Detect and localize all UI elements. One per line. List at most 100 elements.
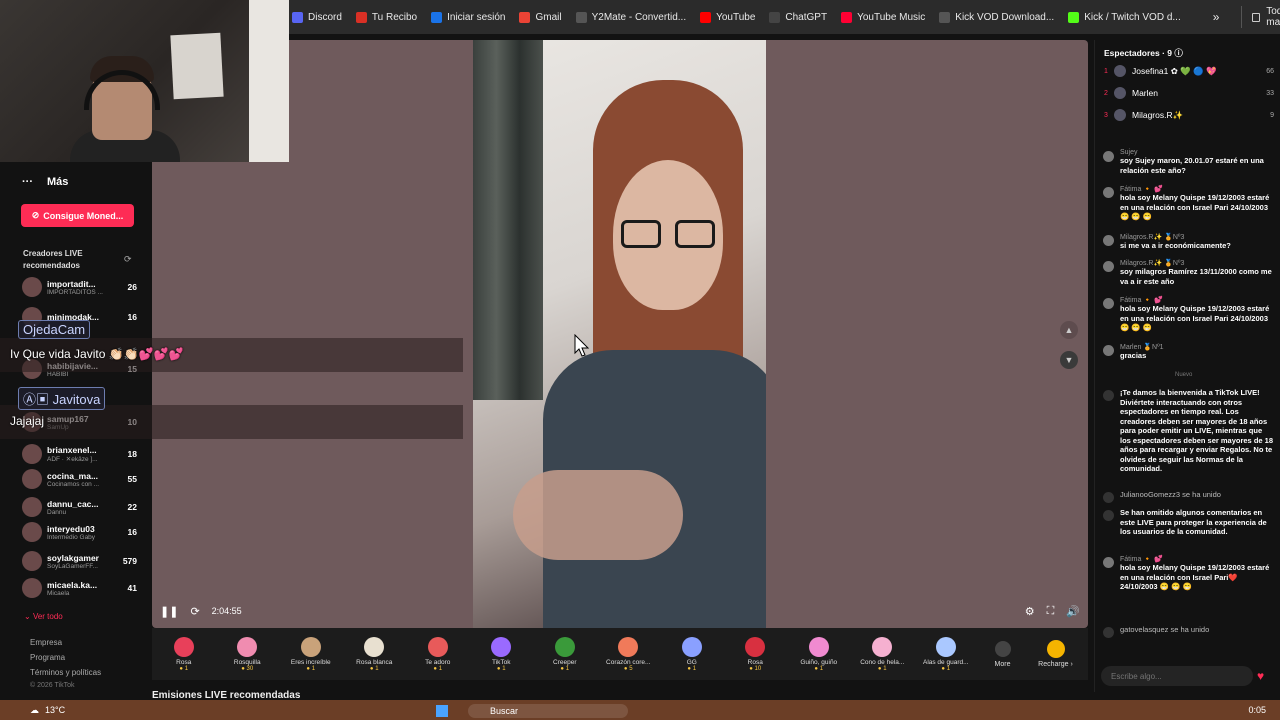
avatar[interactable] [1103, 261, 1114, 272]
get-coins-button[interactable]: ⊘ Consigue Moned... [21, 204, 134, 227]
info-icon[interactable]: ⓘ [1174, 48, 1183, 58]
avatar[interactable] [1103, 187, 1114, 198]
chat-username[interactable]: Milagros.R✨ 🏅Nº3 [1120, 233, 1275, 241]
heart-icon[interactable]: ♥ [1257, 669, 1264, 683]
gift-icon [237, 636, 258, 657]
tiktok-icon [1103, 510, 1114, 521]
bookmark-item[interactable]: Kick VOD Download... [939, 11, 1054, 23]
gift-item[interactable]: Rosa ● 1 [152, 636, 216, 672]
bookmark-item[interactable]: Y2Mate - Convertid... [575, 11, 686, 23]
bookmark-item[interactable]: Tu Recibo [355, 11, 417, 23]
join-username[interactable]: gatovelasquez [1120, 625, 1168, 634]
bookmark-item[interactable]: Kick / Twitch VOD d... [1068, 11, 1181, 23]
bookmark-label: Kick / Twitch VOD d... [1084, 11, 1181, 23]
footer-link-company[interactable]: Empresa [30, 638, 62, 647]
join-username[interactable]: JulianooGomezz3 [1120, 490, 1180, 499]
gift-name: Rosquilla [233, 658, 261, 666]
chat-input[interactable] [1101, 666, 1253, 686]
gift-bar: Rosa ● 1 Rosquilla ● 30 Eres increíble ● 1 Ros… [152, 628, 1088, 680]
gift-item[interactable]: Rosa ● 10 [724, 636, 788, 672]
pause-icon[interactable]: ❚❚ [160, 605, 178, 618]
top-viewer-item[interactable]: 1 Josefina1 ✿ 💚 🔵 💖 66 [1104, 62, 1274, 80]
creator-item[interactable]: interyedu03 Intermedio Gaby 16 [22, 520, 137, 544]
gift-item[interactable]: Creeper ● 1 [533, 636, 597, 672]
glasses-icon [621, 220, 661, 248]
bookmark-item[interactable]: ChatGPT [769, 11, 827, 23]
recharge-label: Recharge › [1038, 661, 1073, 668]
join-icon [1103, 492, 1114, 503]
gift-item[interactable]: TikTok ● 1 [470, 636, 534, 672]
avatar[interactable] [1103, 345, 1114, 356]
gift-item[interactable]: Alas de guard... ● 1 [914, 636, 978, 672]
gift-icon [491, 636, 512, 657]
bookmark-label: Gmail [535, 11, 562, 23]
bookmark-item[interactable]: YouTube [700, 11, 755, 23]
more-gifts-button[interactable]: More [978, 640, 1028, 668]
avatar[interactable] [1103, 557, 1114, 568]
viewer-count: 26 [127, 282, 137, 292]
gift-price-value: 1 [819, 665, 824, 672]
creator-item[interactable]: cocina_ma... Cocinamos con ... 55 [22, 467, 137, 491]
gift-price: ● 1 [369, 665, 379, 672]
see-all-link[interactable]: ⌄ Ver todo [24, 612, 63, 621]
reload-icon[interactable]: ⟳ [190, 605, 199, 618]
chat-message: Marlen 🏅Nº1 gracias [1103, 343, 1275, 361]
chat-username[interactable]: Sujey [1120, 149, 1275, 156]
live-video[interactable] [473, 40, 766, 628]
chat-username[interactable]: Marlen 🏅Nº1 [1120, 343, 1275, 351]
viewer-count: 16 [127, 527, 137, 537]
avatar[interactable] [1103, 151, 1114, 162]
gift-item[interactable]: Eres increíble ● 1 [279, 636, 343, 672]
bookmark-label: YouTube Music [857, 11, 926, 23]
gift-icon [427, 636, 448, 657]
avatar[interactable] [1103, 235, 1114, 246]
gift-item[interactable]: Guiño, guiño ● 1 [787, 636, 851, 672]
settings-icon[interactable]: ⚙ [1025, 605, 1035, 618]
bookmark-item[interactable]: Discord [292, 11, 342, 23]
gift-item[interactable]: Cono de hela... ● 1 [851, 636, 915, 672]
weather-widget[interactable]: ☁ 13°C [30, 705, 65, 716]
chat-username[interactable]: Milagros.R✨ 🏅Nº3 [1120, 259, 1275, 267]
overlay-chat-message: Iv Que vida Javito 👏🏻👏🏻💕💕💕 [10, 347, 184, 361]
footer-link-program[interactable]: Programa [30, 653, 65, 662]
top-viewer-item[interactable]: 2 Marlen 33 [1104, 84, 1274, 102]
creator-item[interactable]: importadit... IMPORTADITOS ... 26 [22, 275, 137, 299]
gift-item[interactable]: Te adoro ● 1 [406, 636, 470, 672]
chat-username[interactable]: Fátima 🔸 💕 [1120, 296, 1275, 304]
windows-start-icon[interactable] [436, 705, 448, 717]
footer-link-terms[interactable]: Términos y políticas [30, 668, 101, 677]
player-controls: ❚❚ ⟳ 2:04:55 ⚙ ⛶ 🔊 [160, 600, 1080, 622]
creator-item[interactable]: dannu_cac... Dannu 22 [22, 495, 137, 519]
gift-item[interactable]: Rosa blanca ● 1 [343, 636, 407, 672]
all-bookmarks-button[interactable]: Todos los marcadores [1241, 6, 1280, 28]
sidebar-item-more[interactable]: ··· Más [22, 176, 68, 188]
gift-name: Guiño, guiño [800, 658, 838, 666]
gift-icon [364, 636, 385, 657]
bookmark-item[interactable]: YouTube Music [841, 11, 926, 23]
bookmark-item[interactable]: Iniciar sesión [431, 11, 505, 23]
viewer-name: Milagros.R✨ [1132, 109, 1184, 120]
taskbar-clock[interactable]: 0:05 [1248, 705, 1266, 715]
recharge-button[interactable]: Recharge › [1028, 640, 1084, 668]
refresh-icon[interactable]: ⟳ [124, 254, 132, 265]
creator-item[interactable]: micaela.ka... Micaela 41 [22, 576, 137, 600]
fullscreen-icon[interactable]: ⛶ [1047, 605, 1055, 618]
more-bookmarks-button[interactable]: » [1213, 10, 1220, 24]
avatar[interactable] [1103, 298, 1114, 309]
gift-price: ● 1 [941, 665, 951, 672]
gift-item[interactable]: GG ● 1 [660, 636, 724, 672]
creator-item[interactable]: soylakgamer SoyLaGamerFF... 579 [22, 549, 137, 573]
bookmark-item[interactable]: Gmail [519, 11, 562, 23]
gift-item[interactable]: Rosquilla ● 30 [216, 636, 280, 672]
gift-item[interactable]: Corazón core... ● 5 [597, 636, 661, 672]
creator-item[interactable]: brianxenel... ADF · ✕ekäze ]... 18 [22, 442, 137, 466]
chatgpt-icon [769, 11, 781, 23]
chat-username[interactable]: Fátima 🔸 💕 [1120, 555, 1275, 563]
top-viewer-item[interactable]: 3 Milagros.R✨ 9 [1104, 106, 1274, 124]
previous-live-button[interactable]: ▲ [1060, 321, 1078, 339]
taskbar-search[interactable]: Buscar [468, 704, 628, 718]
creator-name: dannu_cac... [47, 498, 99, 509]
volume-icon[interactable]: 🔊 [1066, 605, 1080, 618]
chat-username[interactable]: Fátima 🔸 💕 [1120, 185, 1275, 193]
next-live-button[interactable]: ▼ [1060, 351, 1078, 369]
